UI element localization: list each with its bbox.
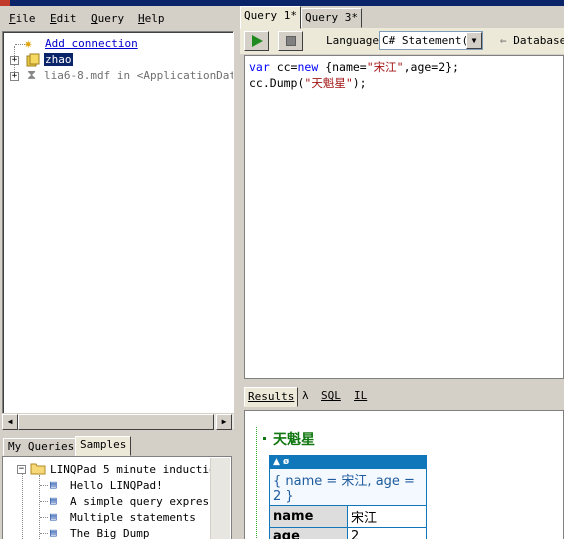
- play-icon: [252, 35, 263, 47]
- menu-bar: File Edit Query Help: [0, 6, 238, 30]
- dump-key: name: [269, 505, 348, 528]
- dump-value: 2: [347, 527, 427, 539]
- language-select-value: C# Statement(s: [382, 34, 475, 47]
- menu-query-mnemonic: Q: [91, 12, 98, 25]
- samples-folder-label[interactable]: LINQPad 5 minute induction: [50, 463, 222, 476]
- table-row: name 宋江: [269, 505, 427, 528]
- scroll-thumb[interactable]: [18, 414, 214, 430]
- sparkle-icon: ✷: [24, 36, 33, 52]
- menu-help-label: elp: [144, 12, 165, 25]
- dump-collapse-toggle[interactable]: ▲ ø: [269, 455, 427, 469]
- code-text: );: [352, 76, 367, 90]
- tree-node-zhao[interactable]: zhao: [44, 53, 73, 66]
- tree-horizontal-scrollbar[interactable]: ◀ ▶: [2, 413, 234, 430]
- database-icon: [26, 53, 40, 67]
- tree-connector: [22, 473, 23, 539]
- tab-results-label: Results: [248, 390, 295, 403]
- menu-edit-mnemonic: E: [50, 12, 57, 25]
- tab-query-3[interactable]: Query 3*: [301, 8, 362, 28]
- table-row: age 2: [269, 527, 427, 539]
- document-icon: ▤: [50, 526, 57, 539]
- tree-node-mdf[interactable]: lia6-8.mdf in <ApplicationData>: [44, 69, 233, 82]
- code-text: {name=: [318, 60, 367, 74]
- tab-samples[interactable]: Samples: [75, 436, 132, 456]
- code-line-2: cc.Dump("天魁星");: [249, 75, 367, 91]
- tab-query-1[interactable]: Query 1*: [240, 6, 301, 29]
- expand-mdf-toggle[interactable]: +: [10, 72, 19, 81]
- query-tabs: Query 1* Query 3*: [240, 6, 564, 29]
- dump-type-row: { name = 宋江, age = 2 }: [269, 468, 427, 506]
- tab-my-queries[interactable]: My Queries: [3, 438, 80, 456]
- result-heading: 天魁星: [273, 432, 315, 448]
- document-icon: ▤: [50, 478, 57, 491]
- code-keyword: new: [297, 60, 319, 74]
- tab-results[interactable]: Results: [244, 387, 299, 407]
- connection-tree: ✷ Add connection + zhao + ⧗ lia6-8.mdf i…: [2, 31, 234, 429]
- expand-zhao-toggle[interactable]: +: [10, 56, 19, 65]
- tab-sql[interactable]: SQL: [318, 387, 344, 407]
- result-bullet: [263, 437, 266, 440]
- sample-item[interactable]: Multiple statements: [70, 511, 196, 524]
- menu-help-mnemonic: H: [138, 12, 145, 25]
- result-tabs: Results λ SQL IL: [240, 384, 564, 408]
- code-text: ,age=2};: [403, 60, 459, 74]
- menu-file-mnemonic: F: [9, 12, 16, 25]
- menu-query[interactable]: Query: [91, 12, 124, 25]
- run-button[interactable]: [244, 31, 269, 51]
- code-line-1: var cc=new {name="宋江",age=2};: [249, 59, 459, 75]
- tab-il[interactable]: IL: [351, 387, 370, 407]
- code-keyword: var: [249, 60, 270, 74]
- code-editor[interactable]: var cc=new {name="宋江",age=2}; cc.Dump("天…: [244, 55, 564, 379]
- arrow-left-icon: ⇐: [500, 34, 507, 47]
- dump-value: 宋江: [347, 505, 427, 528]
- dump-key: age: [269, 527, 348, 539]
- hourglass-icon: ⧗: [27, 68, 37, 83]
- scroll-right-button[interactable]: ▶: [216, 414, 232, 430]
- dump-table: ▲ ø { name = 宋江, age = 2 } name 宋江 age 2: [269, 455, 427, 539]
- query-toolbar: Language C# Statement(s ▼ ⇐ Database: [240, 28, 564, 54]
- tab-il-label: IL: [354, 389, 368, 402]
- tree-connector: [40, 533, 48, 534]
- tree-connector: [40, 517, 48, 518]
- menu-file-label: ile: [15, 12, 36, 25]
- add-connection-link[interactable]: Add connection: [45, 37, 138, 50]
- menu-query-label: uery: [97, 12, 125, 25]
- code-string: "天魁星": [304, 76, 353, 90]
- language-label: Language: [326, 34, 379, 47]
- sample-item[interactable]: Hello LINQPad!: [70, 479, 163, 492]
- document-icon: ▤: [50, 494, 57, 507]
- stop-button[interactable]: [278, 31, 303, 51]
- stop-icon: [286, 36, 296, 46]
- tree-connector: [40, 501, 48, 502]
- results-pane: 天魁星 ▲ ø { name = 宋江, age = 2 } name 宋江 ag…: [244, 410, 564, 539]
- code-text: cc=: [269, 60, 298, 74]
- dump-header-row: ▲ ø: [269, 455, 427, 469]
- document-icon: ▤: [50, 510, 57, 523]
- database-button[interactable]: ⇐ Database: [500, 34, 564, 47]
- folder-icon: [30, 462, 46, 476]
- sample-item[interactable]: A simple query expressi: [70, 495, 222, 508]
- result-guide-line: [256, 427, 257, 539]
- sample-item[interactable]: The Big Dump: [70, 527, 149, 539]
- dump-type-label: { name = 宋江, age = 2 }: [269, 468, 427, 506]
- samples-vertical-scrollbar[interactable]: [210, 458, 230, 539]
- menu-edit-label: dit: [56, 12, 77, 25]
- database-button-label: Database: [513, 34, 564, 47]
- tree-connector: [40, 485, 48, 486]
- menu-file[interactable]: File: [9, 12, 36, 25]
- samples-tree: − LINQPad 5 minute induction ▤ Hello LIN…: [2, 456, 232, 539]
- language-select[interactable]: C# Statement(s ▼: [379, 31, 483, 50]
- menu-help[interactable]: Help: [138, 12, 165, 25]
- code-string: "宋江": [366, 60, 404, 74]
- chevron-down-icon[interactable]: ▼: [466, 32, 482, 49]
- panel-splitter[interactable]: [236, 6, 241, 539]
- collapse-folder-toggle[interactable]: −: [17, 465, 26, 474]
- menu-edit[interactable]: Edit: [50, 12, 77, 25]
- tab-lambda[interactable]: λ: [299, 387, 312, 407]
- scroll-left-button[interactable]: ◀: [2, 414, 18, 430]
- code-text: cc.Dump(: [249, 76, 305, 90]
- tab-sql-label: SQL: [321, 389, 341, 402]
